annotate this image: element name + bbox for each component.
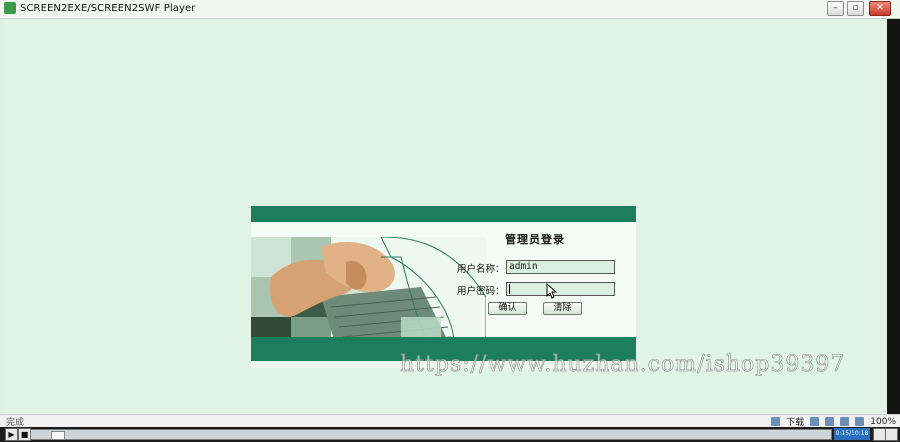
password-input[interactable] xyxy=(506,282,615,296)
speaker-icon[interactable] xyxy=(840,417,850,426)
password-label: 用户密码： xyxy=(457,286,505,297)
player-control-bar: ▶ ■ 0:15/10:18 xyxy=(0,427,900,442)
window-icon xyxy=(825,417,835,426)
text-caret xyxy=(509,283,510,294)
zoom-level[interactable]: 100% xyxy=(870,417,896,427)
globe-icon xyxy=(855,417,865,426)
playback-time: 0:15/10:18 xyxy=(834,428,870,440)
close-button[interactable]: ✕ xyxy=(869,1,891,16)
app-icon xyxy=(4,2,16,14)
window-right-border xyxy=(887,19,900,414)
clear-button[interactable]: 清除 xyxy=(543,302,582,315)
status-bar: 完成 下载 100% xyxy=(0,414,900,428)
login-title: 管理员登录 xyxy=(505,233,565,246)
maximize-button[interactable]: ▫ xyxy=(847,1,864,16)
watermark-url: https://www.huzhan.com/ishop39397 xyxy=(400,352,846,378)
window-title-bar: SCREEN2EXE/SCREEN2SWF Player – ▫ ✕ xyxy=(0,0,900,19)
seek-bar[interactable] xyxy=(30,429,832,440)
admin-login-panel: 管理员登录 用户名称： admin 用户密码： 确认 清除 xyxy=(251,206,636,368)
page-icon xyxy=(771,417,781,426)
panel-top-bar xyxy=(251,206,636,222)
monitor-icon xyxy=(810,417,820,426)
username-label: 用户名称： xyxy=(457,264,505,275)
mouse-cursor-icon xyxy=(546,283,558,299)
play-button[interactable]: ▶ xyxy=(5,428,18,441)
minimize-button[interactable]: – xyxy=(827,1,844,16)
confirm-button[interactable]: 确认 xyxy=(488,302,527,315)
username-input[interactable]: admin xyxy=(506,260,615,274)
info-icon[interactable] xyxy=(885,428,898,441)
seek-thumb[interactable] xyxy=(51,431,65,440)
window-title: SCREEN2EXE/SCREEN2SWF Player xyxy=(20,3,196,14)
